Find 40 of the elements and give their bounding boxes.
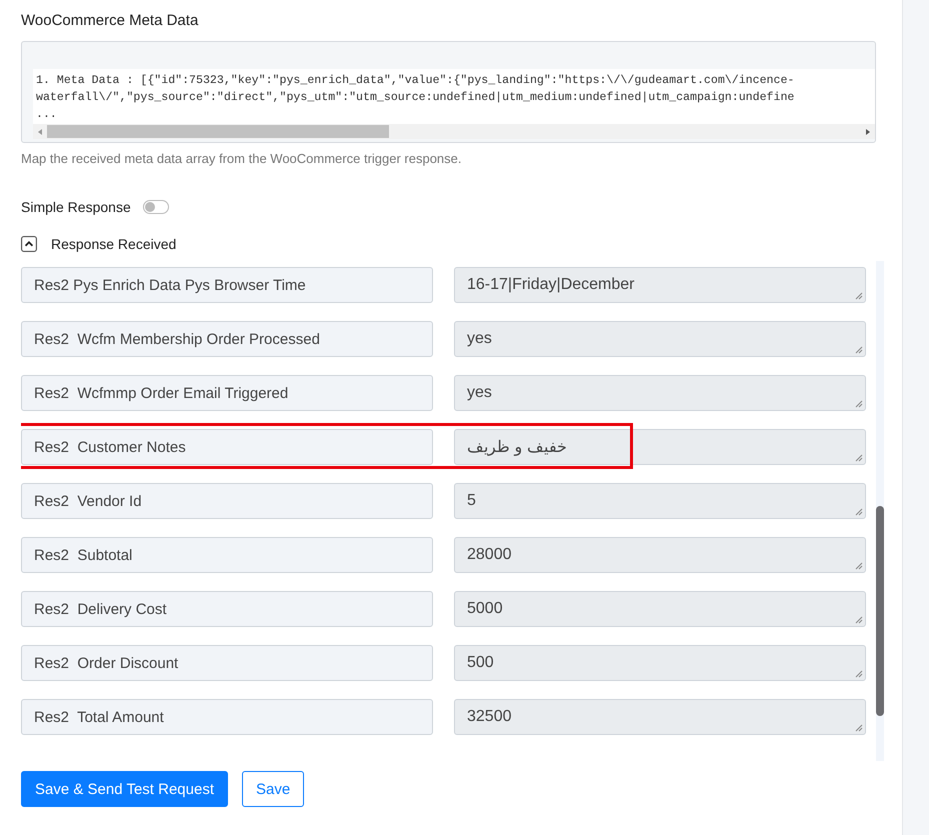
- vertical-scrollbar[interactable]: [876, 261, 884, 761]
- field-label: Res2 Delivery Cost: [21, 591, 433, 627]
- value-field[interactable]: yes: [454, 321, 866, 357]
- resize-grip-icon[interactable]: [855, 508, 863, 516]
- value-field[interactable]: 5: [454, 483, 866, 519]
- section-label: Response Received: [51, 236, 176, 252]
- resize-grip-icon[interactable]: [855, 292, 863, 300]
- resize-grip-icon[interactable]: [855, 454, 863, 462]
- field-label: Res2 Customer Notes: [21, 429, 433, 465]
- resize-grip-icon[interactable]: [855, 724, 863, 732]
- toggle-label: Simple Response: [21, 199, 131, 215]
- horizontal-scrollbar[interactable]: [33, 124, 875, 139]
- value-field[interactable]: 16-17|Friday|December: [454, 267, 866, 303]
- resize-grip-icon[interactable]: [855, 400, 863, 408]
- value-field[interactable]: خفیف و ظریف: [454, 429, 866, 465]
- send-test-button[interactable]: Save & Send Test Request: [21, 771, 228, 807]
- field-label: Res2 Subtotal: [21, 537, 433, 573]
- chevron-icon[interactable]: [21, 236, 37, 252]
- field-label: Res2 Wcfmmp Order Email Triggered: [21, 375, 433, 411]
- field-label: Res2 Pys Enrich Data Pys Browser Time: [21, 267, 433, 303]
- resize-grip-icon[interactable]: [855, 562, 863, 570]
- resize-grip-icon[interactable]: [855, 670, 863, 678]
- left-arrow-icon[interactable]: [36, 128, 44, 136]
- right-arrow-icon[interactable]: [864, 128, 872, 136]
- resize-grip-icon[interactable]: [855, 346, 863, 354]
- value-field[interactable]: 5000: [454, 591, 866, 627]
- toggle-switch[interactable]: [142, 200, 169, 214]
- field-label: Res2 Total Amount: [21, 699, 433, 735]
- field-label: Res2 Order Discount: [21, 645, 433, 681]
- section-title: WooCommerce Meta Data: [21, 12, 200, 31]
- field-label: Res2 Wcfm Membership Order Processed: [21, 321, 433, 357]
- meta-data-field[interactable]: 1. Meta Data : [{"id":75323,"key":"pys_enrich_data","value":{"pys_landing":"https:\/\/gudeamart.com\/incence- waterfall\/","pys_source":"direct","pys_utm":"utm_source:undefined|utm_medium:undefined|utm_campaign:undefine ...: [33, 69, 875, 124]
- value-field[interactable]: 500: [454, 645, 866, 681]
- save-button[interactable]: Save: [242, 771, 304, 807]
- value-field[interactable]: 28000: [454, 537, 866, 573]
- resize-grip-icon[interactable]: [855, 616, 863, 624]
- value-field[interactable]: yes: [454, 375, 866, 411]
- field-label: Res2 Vendor Id: [21, 483, 433, 519]
- value-field[interactable]: 32500: [454, 699, 866, 735]
- help-text: Map the received meta data array from the WooCommerce trigger response.: [21, 151, 463, 168]
